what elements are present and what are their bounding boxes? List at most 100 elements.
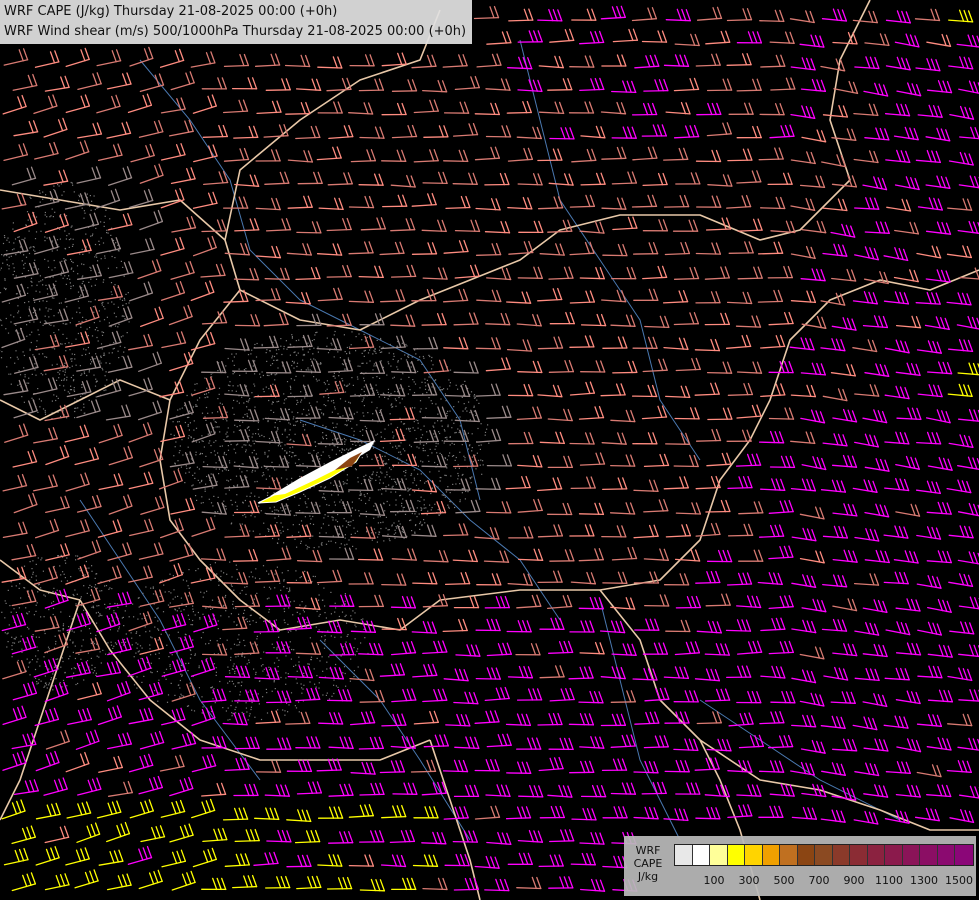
terrain-dot [250, 614, 252, 616]
terrain-dot [75, 555, 77, 557]
terrain-dot [199, 397, 201, 399]
terrain-dot [181, 603, 183, 605]
barb-shaft [348, 206, 375, 209]
terrain-dot [278, 443, 280, 445]
terrain-dot [72, 243, 74, 246]
terrain-dot [334, 406, 336, 408]
terrain-dot [397, 368, 399, 370]
terrain-dot [94, 584, 97, 586]
terrain-dot [196, 405, 198, 407]
terrain-dot [32, 571, 34, 573]
terrain-dot [439, 386, 441, 388]
terrain-dot [233, 621, 235, 623]
terrain-dot [333, 372, 335, 374]
terrain-dot [91, 668, 93, 670]
terrain-dot [387, 391, 389, 394]
terrain-dot [133, 616, 135, 618]
terrain-dot [289, 354, 291, 356]
terrain-dot [93, 195, 95, 197]
terrain-dot [337, 351, 339, 353]
terrain-dot [251, 452, 253, 454]
barb-shaft [474, 113, 500, 116]
terrain-dot [279, 529, 281, 532]
terrain-dot [417, 465, 419, 467]
terrain-dot [28, 306, 30, 308]
terrain-dot [302, 424, 304, 426]
terrain-dot [470, 482, 472, 484]
terrain-dot [355, 548, 357, 550]
terrain-dot [176, 610, 178, 612]
terrain-dot [351, 618, 353, 620]
terrain-dot [65, 350, 67, 352]
terrain-dot [158, 657, 160, 660]
terrain-dot [484, 431, 487, 433]
terrain-dot [291, 477, 293, 479]
terrain-dot [37, 557, 39, 559]
terrain-dot [245, 444, 247, 446]
terrain-dot [407, 487, 409, 489]
terrain-dot [327, 352, 330, 354]
terrain-dot [73, 672, 75, 674]
terrain-dot [235, 390, 237, 392]
terrain-dot [74, 358, 76, 360]
terrain-dot [303, 611, 305, 613]
terrain-dot [465, 407, 467, 409]
terrain-dot [409, 389, 411, 391]
terrain-dot [427, 455, 429, 457]
terrain-dot [229, 462, 231, 464]
terrain-dot [402, 498, 404, 500]
terrain-dot [333, 679, 335, 681]
terrain-dot [45, 373, 47, 375]
terrain-dot [277, 445, 279, 447]
terrain-dot [239, 468, 241, 470]
terrain-dot [417, 422, 419, 424]
terrain-dot [241, 523, 243, 525]
terrain-dot [44, 315, 46, 317]
terrain-dot [40, 280, 42, 282]
terrain-dot [103, 306, 105, 308]
terrain-dot [307, 498, 309, 500]
terrain-dot [443, 494, 445, 496]
terrain-dot [357, 481, 359, 483]
terrain-dot [378, 396, 380, 398]
terrain-dot [410, 519, 412, 521]
terrain-dot [92, 672, 94, 674]
terrain-dot [291, 337, 293, 339]
terrain-dot [244, 586, 246, 588]
terrain-dot [188, 429, 190, 431]
terrain-dot [202, 706, 204, 708]
terrain-dot [278, 464, 280, 466]
terrain-dot [1, 324, 3, 326]
terrain-dot [296, 546, 298, 548]
terrain-dot [381, 493, 383, 495]
terrain-dot [217, 411, 219, 413]
terrain-dot [5, 602, 7, 604]
terrain-dot [53, 315, 55, 317]
terrain-dot [66, 235, 68, 237]
terrain-dot [344, 449, 346, 451]
terrain-dot [411, 356, 413, 358]
terrain-dot [394, 398, 396, 400]
terrain-dot [308, 663, 310, 665]
terrain-dot [444, 496, 446, 498]
terrain-dot [332, 422, 334, 424]
terrain-dot [340, 636, 342, 638]
terrain-dot [266, 360, 268, 362]
terrain-dot [230, 648, 232, 650]
terrain-dot [294, 424, 296, 426]
terrain-dot [286, 451, 288, 453]
terrain-dot [340, 499, 342, 501]
terrain-dot [27, 270, 30, 272]
terrain-dot [76, 311, 78, 313]
terrain-dot [263, 668, 265, 670]
terrain-dot [30, 197, 32, 199]
terrain-dot [305, 369, 307, 371]
terrain-dot [433, 433, 435, 435]
terrain-dot [227, 376, 229, 378]
terrain-dot [57, 397, 59, 399]
terrain-dot [217, 370, 219, 372]
terrain-dot [385, 516, 387, 518]
terrain-dot [379, 346, 381, 348]
terrain-dot [392, 406, 394, 408]
terrain-dot [319, 505, 321, 507]
